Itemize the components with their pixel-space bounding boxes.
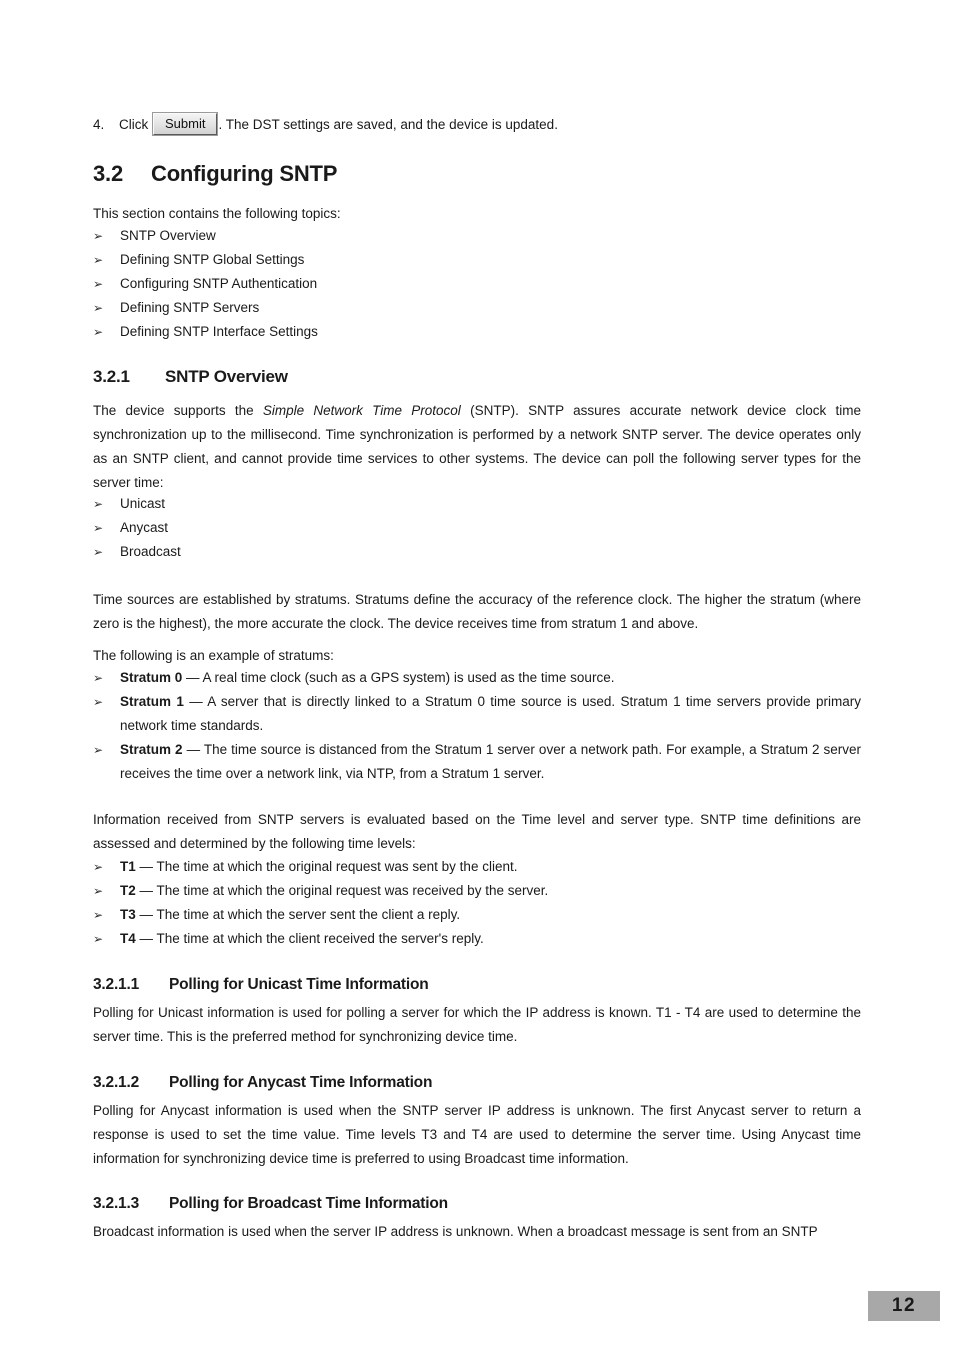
overview-paragraph-4: Information received from SNTP servers i… bbox=[93, 812, 861, 851]
time-level-item-description: The time at which the server sent the cl… bbox=[156, 907, 461, 922]
unicast-number: 3.2.1.1 bbox=[93, 976, 140, 993]
time-level-item-dash: — bbox=[135, 931, 157, 946]
subsubsection-heading-3-2-1-3: 3.2.1.3 Polling for Broadcast Time Inform… bbox=[93, 1195, 448, 1213]
topic-list-item-label: Configuring SNTP Authentication bbox=[120, 276, 318, 291]
time-level-item: ➢ T4 — The time at which the client recei… bbox=[93, 927, 861, 951]
bullet-arrow-icon: ➢ bbox=[93, 860, 104, 874]
bullet-arrow-icon: ➢ bbox=[93, 932, 104, 946]
stratum-item: ➢ Stratum 1 — A server that is directly l… bbox=[93, 690, 861, 738]
step-rest-text: . The DST settings are saved, and the de… bbox=[218, 117, 558, 132]
overview-paragraph-2: Time sources are established by stratums… bbox=[93, 592, 861, 631]
overview-p1-italic-term: Simple Network Time Protocol bbox=[262, 403, 461, 418]
time-level-item-description: The time at which the client received th… bbox=[156, 931, 484, 946]
server-type-item: ➢ Broadcast bbox=[93, 540, 861, 564]
topic-list-item: ➢ SNTP Overview bbox=[93, 224, 861, 248]
time-level-item-term: T2 bbox=[120, 883, 136, 898]
broadcast-title: Polling for Broadcast Time Information bbox=[169, 1195, 448, 1212]
time-level-item: ➢ T2 — The time at which the original req… bbox=[93, 879, 861, 903]
bullet-arrow-icon: ➢ bbox=[93, 743, 104, 757]
broadcast-number: 3.2.1.3 bbox=[93, 1195, 140, 1212]
unicast-body: Polling for Unicast information is used … bbox=[93, 1005, 861, 1044]
page-footer: 12 bbox=[868, 1291, 940, 1321]
section-number: 3.2 bbox=[93, 161, 123, 186]
subsubsection-heading-3-2-1-1: 3.2.1.1 Polling for Unicast Time Informat… bbox=[93, 976, 429, 994]
stratum-item-description: A server that is directly linked to a St… bbox=[120, 694, 861, 733]
stratum-item-term: Stratum 0 bbox=[120, 670, 183, 685]
time-level-item-description: The time at which the original request w… bbox=[156, 883, 549, 898]
subsection-heading-3-2-1: 3.2.1 SNTP Overview bbox=[93, 367, 288, 387]
step-number: 4. bbox=[93, 117, 105, 132]
time-level-item-term: T3 bbox=[120, 907, 136, 922]
stratum-item-dash: — bbox=[182, 670, 203, 685]
stratum-item-term: Stratum 1 bbox=[120, 694, 184, 709]
bullet-arrow-icon: ➢ bbox=[93, 908, 104, 922]
topic-list-item-label: Defining SNTP Interface Settings bbox=[120, 324, 318, 339]
stratum-list: ➢ Stratum 0 — A real time clock (such as … bbox=[93, 666, 861, 786]
page-number: 12 bbox=[891, 1295, 917, 1316]
unicast-title: Polling for Unicast Time Information bbox=[169, 976, 429, 993]
time-level-item-dash: — bbox=[135, 883, 157, 898]
server-type-item: ➢ Unicast bbox=[93, 492, 861, 516]
bullet-arrow-icon: ➢ bbox=[93, 545, 104, 559]
bullet-arrow-icon: ➢ bbox=[93, 521, 104, 535]
stratum-item-dash: — bbox=[182, 742, 204, 757]
time-level-item: ➢ T3 — The time at which the server sent … bbox=[93, 903, 861, 927]
topic-list-item-label: Defining SNTP Servers bbox=[120, 300, 260, 315]
anycast-title: Polling for Anycast Time Information bbox=[169, 1074, 433, 1091]
topic-list-item: ➢ Defining SNTP Servers bbox=[93, 296, 861, 320]
anycast-number: 3.2.1.2 bbox=[93, 1074, 140, 1091]
topic-list-item: ➢ Defining SNTP Global Settings bbox=[93, 248, 861, 272]
stratum-item: ➢ Stratum 0 — A real time clock (such as … bbox=[93, 666, 861, 690]
subsection-number: 3.2.1 bbox=[93, 367, 130, 386]
time-level-item: ➢ T1 — The time at which the original req… bbox=[93, 855, 861, 879]
bullet-arrow-icon: ➢ bbox=[93, 671, 104, 685]
server-type-item-label: Anycast bbox=[120, 520, 169, 535]
topic-list-item: ➢ Configuring SNTP Authentication bbox=[93, 272, 861, 296]
bullet-arrow-icon: ➢ bbox=[93, 497, 104, 511]
step-instruction: 4. Click Submit. The DST settings are sav… bbox=[93, 113, 861, 136]
server-type-item: ➢ Anycast bbox=[93, 516, 861, 540]
bullet-arrow-icon: ➢ bbox=[93, 884, 104, 898]
bullet-arrow-icon: ➢ bbox=[93, 253, 104, 267]
stratum-item-dash: — bbox=[183, 694, 208, 709]
time-levels-list: ➢ T1 — The time at which the original req… bbox=[93, 855, 861, 951]
server-type-item-label: Unicast bbox=[120, 496, 166, 511]
section-intro-text: This section contains the following topi… bbox=[93, 206, 341, 221]
anycast-body: Polling for Anycast information is used … bbox=[93, 1103, 861, 1166]
overview-paragraph-1: The device supports the Simple Network T… bbox=[93, 399, 861, 495]
stratum-item: ➢ Stratum 2 — The time source is distance… bbox=[93, 738, 861, 786]
bullet-arrow-icon: ➢ bbox=[93, 277, 104, 291]
section-title: Configuring SNTP bbox=[151, 161, 338, 186]
time-level-item-term: T1 bbox=[120, 859, 136, 874]
bullet-arrow-icon: ➢ bbox=[93, 695, 104, 709]
section-heading-3-2: 3.2 Configuring SNTP bbox=[93, 161, 337, 187]
subsubsection-heading-3-2-1-2: 3.2.1.2 Polling for Anycast Time Informat… bbox=[93, 1074, 432, 1092]
subsection-title: SNTP Overview bbox=[165, 367, 288, 386]
stratum-item-description: A real time clock (such as a GPS system)… bbox=[202, 670, 615, 685]
topic-list-item-label: SNTP Overview bbox=[120, 228, 216, 243]
step-click-label: Click bbox=[119, 117, 149, 132]
broadcast-body: Broadcast information is used when the s… bbox=[93, 1224, 818, 1239]
document-page: 4. Click Submit. The DST settings are sav… bbox=[0, 0, 954, 1360]
stratum-item-term: Stratum 2 bbox=[120, 742, 183, 757]
bullet-arrow-icon: ➢ bbox=[93, 325, 104, 339]
server-type-item-label: Broadcast bbox=[120, 544, 181, 559]
topic-list-item-label: Defining SNTP Global Settings bbox=[120, 252, 305, 267]
submit-button[interactable]: Submit bbox=[153, 113, 218, 136]
bullet-arrow-icon: ➢ bbox=[93, 229, 104, 243]
overview-p1-part-a: The device supports the bbox=[93, 403, 263, 418]
topics-list: ➢ SNTP Overview ➢ Defining SNTP Global Sett… bbox=[93, 224, 861, 344]
time-level-item-description: The time at which the original request w… bbox=[156, 859, 518, 874]
server-types-list: ➢ Unicast ➢ Anycast ➢ Broadcast bbox=[93, 492, 861, 564]
time-level-item-dash: — bbox=[135, 859, 157, 874]
time-level-item-term: T4 bbox=[120, 931, 136, 946]
bullet-arrow-icon: ➢ bbox=[93, 301, 104, 315]
time-level-item-dash: — bbox=[135, 907, 157, 922]
overview-paragraph-3: The following is an example of stratums: bbox=[93, 648, 334, 663]
stratum-item-description: The time source is distanced from the St… bbox=[120, 742, 862, 781]
topic-list-item: ➢ Defining SNTP Interface Settings bbox=[93, 320, 861, 344]
